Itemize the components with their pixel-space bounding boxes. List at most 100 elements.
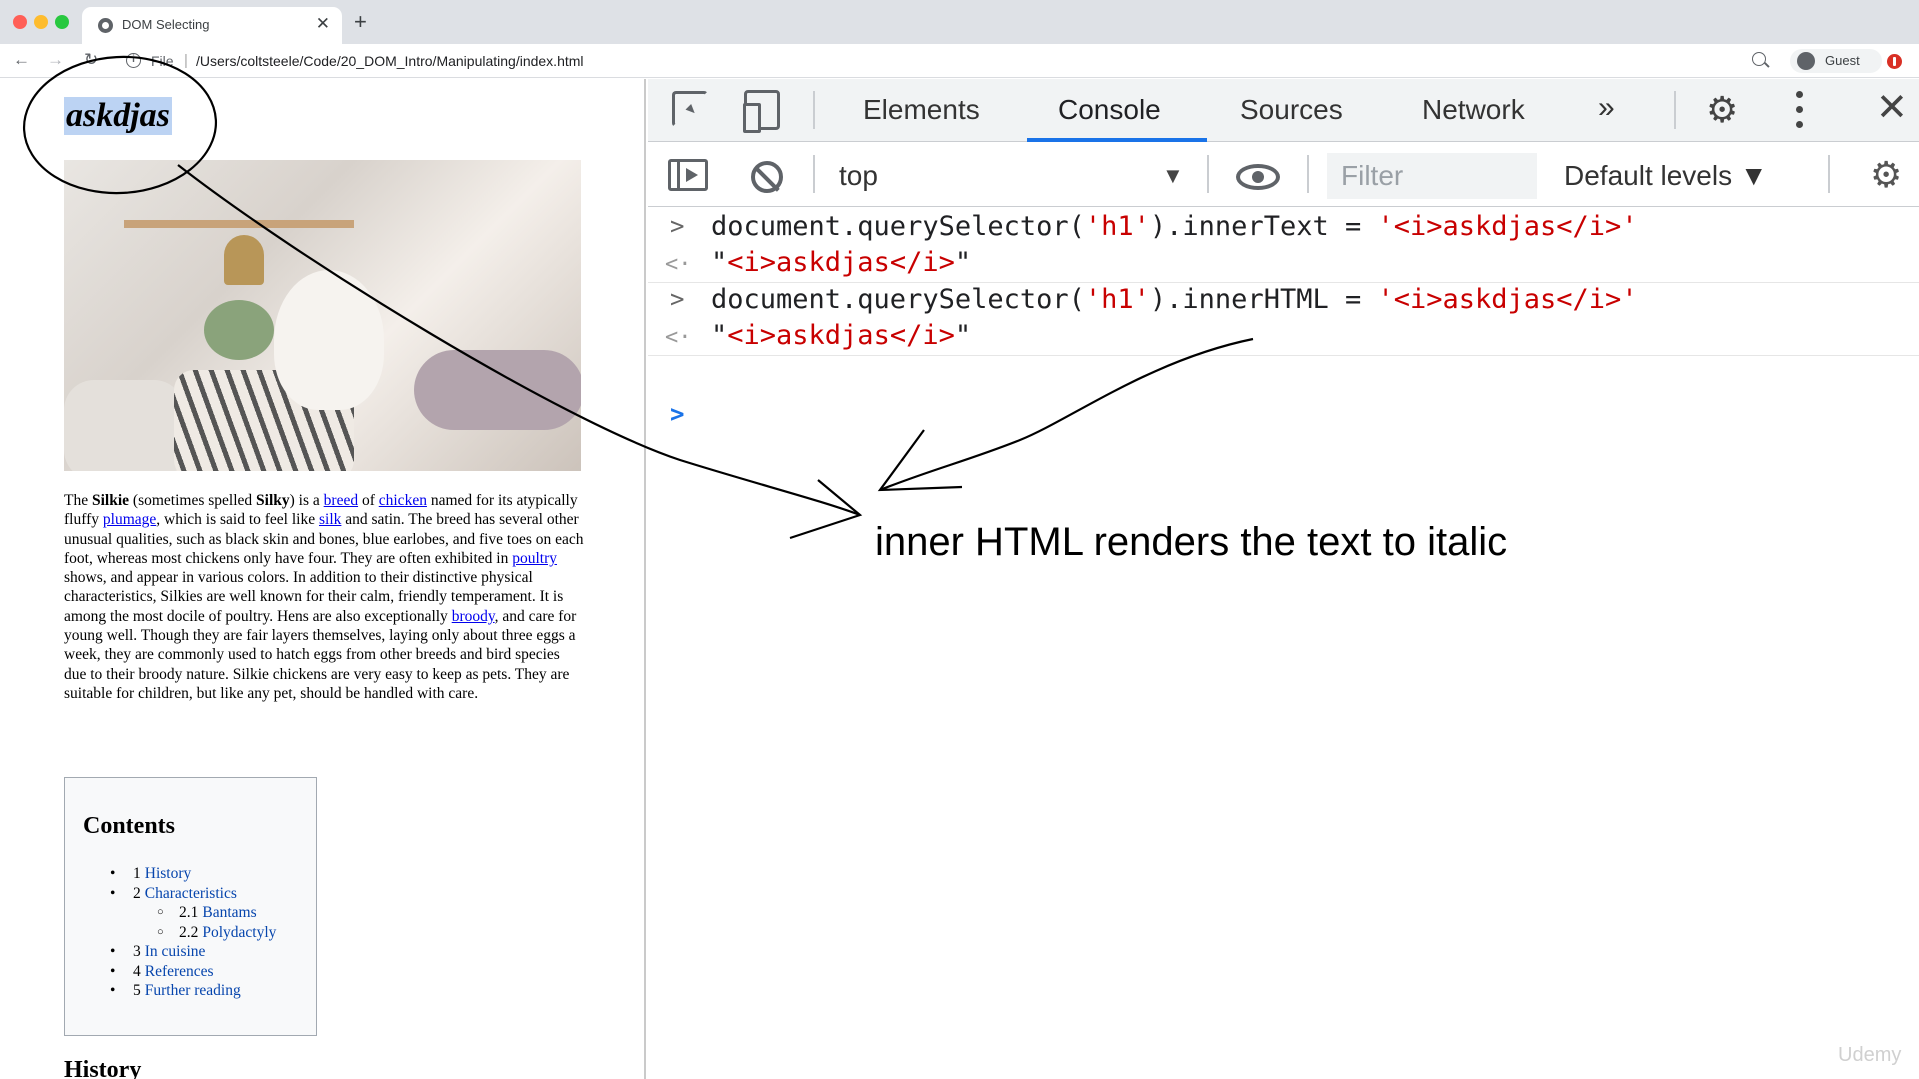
return-arrow-icon: <· (665, 325, 692, 350)
toolbar-divider (813, 91, 815, 129)
toc-number: 3 (133, 943, 141, 960)
toolbar-divider (813, 155, 815, 193)
toc-item[interactable]: • 1 History (83, 864, 276, 884)
console-result: "<i>askdjas</i>" (711, 247, 972, 278)
new-tab-button[interactable]: + (354, 9, 367, 35)
file-scheme-label: File (151, 53, 174, 69)
console-prompt-input[interactable]: > (670, 400, 684, 428)
bullet-icon: • (110, 982, 116, 999)
minimize-window-button[interactable] (34, 15, 48, 29)
image-chicken (274, 270, 384, 410)
close-devtools-icon[interactable]: ✕ (1876, 88, 1908, 128)
kebab-menu-icon[interactable] (1796, 91, 1803, 129)
code-string: 'h1' (1084, 211, 1150, 242)
page-viewport: askdjas The Silkie (sometimes spelled Si… (0, 79, 646, 1079)
input-prompt-icon: > (670, 212, 685, 240)
devtools-tabbar: Elements Console Sources Network » ⚙ ✕ (648, 79, 1919, 142)
toc-item[interactable]: • 2 Characteristics (83, 884, 276, 904)
address-bar[interactable]: /Users/coltsteele/Code/20_DOM_Intro/Mani… (196, 53, 584, 69)
toolbar-divider (1828, 155, 1830, 193)
close-window-button[interactable] (13, 15, 27, 29)
article-link[interactable]: plumage (103, 511, 156, 528)
toc-item[interactable]: ○ 2.2 Polydactyly (83, 923, 276, 943)
toc-link[interactable]: Polydactyly (202, 924, 276, 941)
toc-link[interactable]: References (145, 963, 214, 980)
forward-arrow-icon[interactable]: → (47, 50, 64, 70)
console-filter-input[interactable] (1327, 153, 1537, 199)
bullet-icon: • (110, 865, 116, 882)
console-toolbar: top ▼ Default levels ▼ ⚙ (648, 143, 1919, 207)
bold-term: Silkie (91, 492, 130, 509)
tab-sources[interactable]: Sources (1240, 93, 1343, 127)
console-code: document.querySelector('h1').innerHTML =… (711, 284, 1638, 315)
browser-tabstrip: DOM Selecting ✕ + (0, 0, 1919, 44)
toolbar-divider (1207, 155, 1209, 193)
code-string: 'h1' (1084, 284, 1150, 315)
settings-gear-icon[interactable]: ⚙ (1706, 92, 1738, 128)
browser-toolbar: ← → ↻ i File | /Users/coltsteele/Code/20… (0, 44, 1919, 78)
tab-elements[interactable]: Elements (863, 93, 980, 127)
globe-icon (98, 18, 113, 33)
toc-title: Contents (83, 813, 176, 839)
device-toolbar-icon[interactable] (743, 90, 780, 133)
bullet-icon: ○ (157, 906, 164, 918)
zoom-icon[interactable] (1752, 52, 1766, 66)
code-mid: ).innerText = (1149, 211, 1378, 242)
reload-icon[interactable]: ↻ (84, 50, 98, 70)
url-separator: | (184, 52, 188, 69)
console-divider (648, 355, 1919, 356)
tab-console[interactable]: Console (1058, 93, 1161, 127)
annotation-text: inner HTML renders the text to italic (875, 520, 1508, 564)
console-sidebar-icon[interactable] (668, 159, 708, 191)
console-result: "<i>askdjas</i>" (711, 320, 972, 351)
live-expression-eye-icon[interactable] (1236, 164, 1280, 190)
image-shelf (124, 220, 354, 228)
dropdown-arrow-icon[interactable]: ▼ (1162, 161, 1184, 191)
result-string: <i>askdjas</i> (727, 320, 955, 351)
log-levels-dropdown[interactable]: Default levels ▼ (1564, 159, 1768, 193)
article-link[interactable]: breed (324, 492, 358, 509)
image-plant (204, 300, 274, 360)
tab-network[interactable]: Network (1422, 93, 1525, 127)
toc-link[interactable]: Bantams (202, 904, 256, 921)
toc-item[interactable]: ○ 2.1 Bantams (83, 903, 276, 923)
toc-item[interactable]: • 4 References (83, 962, 276, 982)
profile-button[interactable]: Guest (1790, 49, 1882, 73)
input-prompt-icon: > (670, 285, 685, 313)
toc-link[interactable]: Further reading (145, 982, 241, 999)
toc-link[interactable]: In cuisine (145, 943, 206, 960)
info-icon[interactable]: i (126, 53, 141, 68)
article-link[interactable]: silk (319, 511, 341, 528)
devtools-panel: Elements Console Sources Network » ⚙ ✕ t… (648, 79, 1919, 1079)
toc-number: 1 (133, 865, 141, 882)
inspect-element-icon[interactable] (672, 91, 708, 127)
screen: DOM Selecting ✕ + ← → ↻ i File | /Users/… (0, 0, 1919, 1079)
maximize-window-button[interactable] (55, 15, 69, 29)
more-tabs-icon[interactable]: » (1598, 91, 1615, 125)
clear-console-icon[interactable] (751, 161, 783, 193)
toc-item[interactable]: • 3 In cuisine (83, 942, 276, 962)
toolbar-divider (1307, 155, 1309, 193)
bullet-icon: • (110, 962, 116, 980)
browser-tab[interactable]: DOM Selecting ✕ (82, 7, 342, 44)
update-menu-icon[interactable] (1887, 54, 1902, 69)
context-selector[interactable]: top (839, 159, 878, 193)
toc-list: • 1 History • 2 Characteristics ○ 2.1 Bantams ○ 2.… (83, 864, 276, 1001)
toolbar-divider (1674, 91, 1676, 129)
article-link[interactable]: poultry (512, 550, 557, 567)
console-settings-gear-icon[interactable]: ⚙ (1870, 157, 1902, 193)
bold-term: Silky (256, 492, 290, 509)
page-title: askdjas (64, 97, 172, 135)
image-blanket (64, 380, 184, 471)
close-tab-icon[interactable]: ✕ (316, 14, 330, 34)
toc-link[interactable]: History (145, 865, 192, 882)
article-link[interactable]: broody (452, 608, 495, 625)
code-mid: ).innerHTML = (1149, 284, 1378, 315)
profile-name: Guest (1825, 53, 1860, 68)
toc-item[interactable]: • 5 Further reading (83, 981, 276, 1001)
article-link[interactable]: chicken (379, 492, 427, 509)
table-of-contents: Contents • 1 History • 2 Characteristics ○ 2.1 B… (64, 777, 317, 1036)
bullet-icon: • (110, 943, 116, 960)
back-arrow-icon[interactable]: ← (13, 50, 30, 70)
toc-link[interactable]: Characteristics (145, 885, 237, 902)
